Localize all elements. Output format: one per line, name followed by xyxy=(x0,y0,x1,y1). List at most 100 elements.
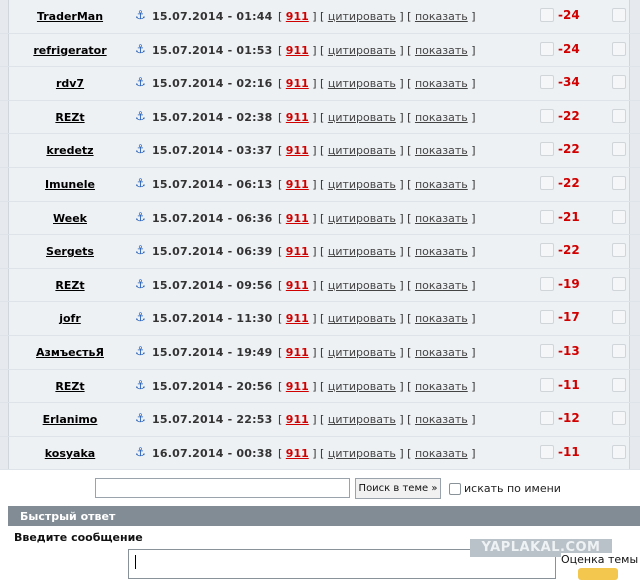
show-link[interactable]: показать xyxy=(415,178,468,191)
quote-link[interactable]: цитировать xyxy=(328,10,396,23)
show-link[interactable]: показать xyxy=(415,279,468,292)
post-author-link[interactable]: rdv7 xyxy=(10,77,130,90)
quote-link[interactable]: цитировать xyxy=(328,77,396,90)
vote-down-icon[interactable] xyxy=(612,142,626,157)
quote-link[interactable]: цитировать xyxy=(328,44,396,57)
post-author-link[interactable]: Imunele xyxy=(10,178,130,191)
post-author-link[interactable]: jofr xyxy=(10,312,130,325)
anchor-icon[interactable]: ⚓ xyxy=(135,310,146,324)
quote-link[interactable]: цитировать xyxy=(328,245,396,258)
vote-up-icon[interactable] xyxy=(540,75,554,90)
vote-down-icon[interactable] xyxy=(612,8,626,22)
vote-down-icon[interactable] xyxy=(612,209,626,224)
vote-down-icon[interactable] xyxy=(612,243,626,258)
quote-link[interactable]: цитировать xyxy=(328,212,396,225)
anchor-icon[interactable]: ⚓ xyxy=(135,411,146,425)
quote-link[interactable]: цитировать xyxy=(328,178,396,191)
report-911-link[interactable]: 911 xyxy=(286,346,309,359)
show-link[interactable]: показать xyxy=(415,380,468,393)
show-link[interactable]: показать xyxy=(415,111,468,124)
vote-up-icon[interactable] xyxy=(540,444,554,459)
anchor-icon[interactable]: ⚓ xyxy=(135,277,146,291)
report-911-link[interactable]: 911 xyxy=(286,77,309,90)
quote-link[interactable]: цитировать xyxy=(328,346,396,359)
post-author-link[interactable]: refrigerator xyxy=(10,44,130,57)
post-author-link[interactable]: Week xyxy=(10,212,130,225)
post-author-link[interactable]: REZt xyxy=(10,380,130,393)
post-author-link[interactable]: TraderMan xyxy=(10,10,130,23)
show-link[interactable]: показать xyxy=(415,245,468,258)
post-author-link[interactable]: АзмъестьЯ xyxy=(10,346,130,359)
vote-up-icon[interactable] xyxy=(540,209,554,224)
vote-down-icon[interactable] xyxy=(612,175,626,190)
show-link[interactable]: показать xyxy=(415,144,468,157)
show-link[interactable]: показать xyxy=(415,44,468,57)
show-link[interactable]: показать xyxy=(415,212,468,225)
quote-link[interactable]: цитировать xyxy=(328,447,396,460)
vote-up-icon[interactable] xyxy=(540,276,554,291)
show-link[interactable]: показать xyxy=(415,447,468,460)
vote-down-icon[interactable] xyxy=(612,310,626,325)
post-author-link[interactable]: REZt xyxy=(10,279,130,292)
vote-up-icon[interactable] xyxy=(540,8,554,22)
anchor-icon[interactable]: ⚓ xyxy=(135,109,146,123)
vote-up-icon[interactable] xyxy=(540,377,554,392)
vote-up-icon[interactable] xyxy=(540,411,554,426)
vote-down-icon[interactable] xyxy=(612,377,626,392)
anchor-icon[interactable]: ⚓ xyxy=(135,344,146,358)
report-911-link[interactable]: 911 xyxy=(286,380,309,393)
vote-up-icon[interactable] xyxy=(540,41,554,56)
show-link[interactable]: показать xyxy=(415,413,468,426)
report-911-link[interactable]: 911 xyxy=(286,312,309,325)
report-911-link[interactable]: 911 xyxy=(286,413,309,426)
show-link[interactable]: показать xyxy=(415,77,468,90)
vote-down-icon[interactable] xyxy=(612,75,626,90)
anchor-icon[interactable]: ⚓ xyxy=(135,176,146,190)
vote-up-icon[interactable] xyxy=(540,175,554,190)
show-link[interactable]: показать xyxy=(415,10,468,23)
report-911-link[interactable]: 911 xyxy=(286,447,309,460)
quote-link[interactable]: цитировать xyxy=(328,413,396,426)
vote-down-icon[interactable] xyxy=(612,41,626,56)
quote-link[interactable]: цитировать xyxy=(328,144,396,157)
anchor-icon[interactable]: ⚓ xyxy=(135,445,146,459)
search-in-topic-button[interactable]: Поиск в теме » xyxy=(355,478,441,499)
vote-up-icon[interactable] xyxy=(540,310,554,325)
search-by-name-checkbox[interactable] xyxy=(449,483,461,495)
anchor-icon[interactable]: ⚓ xyxy=(135,42,146,56)
show-link[interactable]: показать xyxy=(415,346,468,359)
vote-down-icon[interactable] xyxy=(612,108,626,123)
quote-link[interactable]: цитировать xyxy=(328,279,396,292)
vote-down-icon[interactable] xyxy=(612,411,626,426)
anchor-icon[interactable]: ⚓ xyxy=(135,378,146,392)
report-911-link[interactable]: 911 xyxy=(286,245,309,258)
vote-up-icon[interactable] xyxy=(540,108,554,123)
anchor-icon[interactable]: ⚓ xyxy=(135,142,146,156)
quote-link[interactable]: цитировать xyxy=(328,312,396,325)
post-author-link[interactable]: Sergets xyxy=(10,245,130,258)
vote-up-icon[interactable] xyxy=(540,142,554,157)
report-911-link[interactable]: 911 xyxy=(286,178,309,191)
post-author-link[interactable]: kosyaka xyxy=(10,447,130,460)
vote-down-icon[interactable] xyxy=(612,343,626,358)
report-911-link[interactable]: 911 xyxy=(286,279,309,292)
anchor-icon[interactable]: ⚓ xyxy=(135,75,146,89)
report-911-link[interactable]: 911 xyxy=(286,44,309,57)
report-911-link[interactable]: 911 xyxy=(286,144,309,157)
quote-link[interactable]: цитировать xyxy=(328,111,396,124)
show-link[interactable]: показать xyxy=(415,312,468,325)
report-911-link[interactable]: 911 xyxy=(286,212,309,225)
post-author-link[interactable]: REZt xyxy=(10,111,130,124)
report-911-link[interactable]: 911 xyxy=(286,10,309,23)
topic-rating-button[interactable] xyxy=(578,568,618,580)
vote-up-icon[interactable] xyxy=(540,343,554,358)
anchor-icon[interactable]: ⚓ xyxy=(135,210,146,224)
vote-up-icon[interactable] xyxy=(540,243,554,258)
vote-down-icon[interactable] xyxy=(612,276,626,291)
anchor-icon[interactable]: ⚓ xyxy=(135,243,146,257)
quote-link[interactable]: цитировать xyxy=(328,380,396,393)
anchor-icon[interactable]: ⚓ xyxy=(135,8,146,22)
vote-down-icon[interactable] xyxy=(612,444,626,459)
report-911-link[interactable]: 911 xyxy=(286,111,309,124)
post-author-link[interactable]: Erlanimo xyxy=(10,413,130,426)
